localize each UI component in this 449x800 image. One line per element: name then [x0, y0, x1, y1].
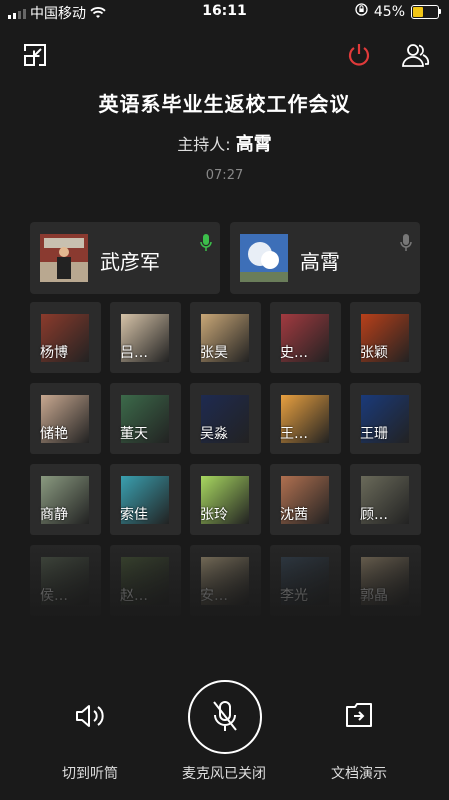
orientation-lock-icon [355, 3, 368, 20]
participant-name: 顾… [360, 507, 388, 523]
participant-name: 吕… [120, 345, 148, 361]
participant-tile[interactable]: 吴淼 [190, 383, 261, 454]
participant-tile[interactable]: 杨博 [30, 302, 101, 373]
participant-tile[interactable]: 沈茜 [270, 464, 341, 535]
participant-name: 赵… [120, 588, 148, 604]
participant-tile[interactable]: 索佳 [110, 464, 181, 535]
speaker-name: 高霄 [300, 250, 340, 274]
participant-tile[interactable]: 吕… [110, 302, 181, 373]
speaker-name: 武彦军 [100, 250, 160, 274]
participant-name: 商静 [40, 507, 68, 523]
participant-name: 张昊 [200, 345, 228, 361]
participant-tile[interactable]: 赵… [110, 545, 181, 616]
speaker-card[interactable]: 高霄 [230, 222, 420, 294]
participant-tile[interactable]: 张颖 [350, 302, 421, 373]
members-icon[interactable] [400, 42, 430, 68]
shrink-window-icon[interactable] [22, 42, 48, 68]
participant-tile[interactable]: 史… [270, 302, 341, 373]
mic-status-label: 麦克风已关闭 [182, 766, 266, 782]
participant-tile[interactable]: 商静 [30, 464, 101, 535]
mic-on-icon [200, 234, 212, 251]
meeting-timer: 07:27 [205, 168, 244, 183]
participant-tile[interactable]: 王珊 [350, 383, 421, 454]
participant-name: 吴淼 [200, 426, 228, 442]
participant-tile[interactable]: 储艳 [30, 383, 101, 454]
battery-percent: 45% [373, 3, 405, 20]
speaker-icon[interactable] [74, 702, 106, 734]
participant-tile[interactable]: 张玲 [190, 464, 261, 535]
power-icon[interactable] [346, 42, 372, 68]
participant-name: 李光 [280, 588, 308, 604]
participant-name: 侯… [40, 588, 68, 604]
participant-name: 沈茜 [280, 507, 308, 523]
participant-tile[interactable]: 张昊 [190, 302, 261, 373]
host-label: 主持人: [177, 135, 231, 154]
participant-tile[interactable]: 董天 [110, 383, 181, 454]
status-bar: 中国移动 16:11 45% [0, 0, 449, 24]
meeting-title: 英语系毕业生返校工作会议 [98, 92, 351, 116]
participant-name: 储艳 [40, 426, 68, 442]
participant-name: 安… [200, 588, 228, 604]
host-info: 主持人: 高霄 [0, 130, 449, 156]
doc-share-label[interactable]: 文档演示 [299, 763, 419, 783]
participant-name: 索佳 [120, 507, 148, 523]
document-share-icon[interactable] [345, 702, 373, 732]
switch-earpiece-label[interactable]: 切到听筒 [30, 763, 150, 783]
participant-tile[interactable]: 侯… [30, 545, 101, 616]
participant-name: 王珊 [360, 426, 388, 442]
participant-name: 史… [280, 345, 308, 361]
participant-name: 董天 [120, 426, 148, 442]
participant-name: 王… [280, 426, 308, 442]
host-name: 高霄 [235, 134, 272, 155]
participant-name: 杨博 [40, 345, 68, 361]
participant-tile[interactable]: 李光 [270, 545, 341, 616]
participant-name: 郭晶 [360, 588, 388, 604]
mic-off-icon [400, 234, 412, 251]
avatar [40, 234, 88, 282]
speaker-card[interactable]: 武彦军 [30, 222, 220, 294]
participant-name: 张玲 [200, 507, 228, 523]
participant-name: 张颖 [360, 345, 388, 361]
mic-toggle-button[interactable] [188, 680, 262, 754]
participant-tile[interactable]: 郭晶 [350, 545, 421, 616]
avatar [240, 234, 288, 282]
participant-tile[interactable]: 安… [190, 545, 261, 616]
mic-off-icon [213, 701, 237, 731]
participant-tile[interactable]: 王… [270, 383, 341, 454]
participant-tile[interactable]: 顾… [350, 464, 421, 535]
battery-icon [411, 4, 441, 19]
